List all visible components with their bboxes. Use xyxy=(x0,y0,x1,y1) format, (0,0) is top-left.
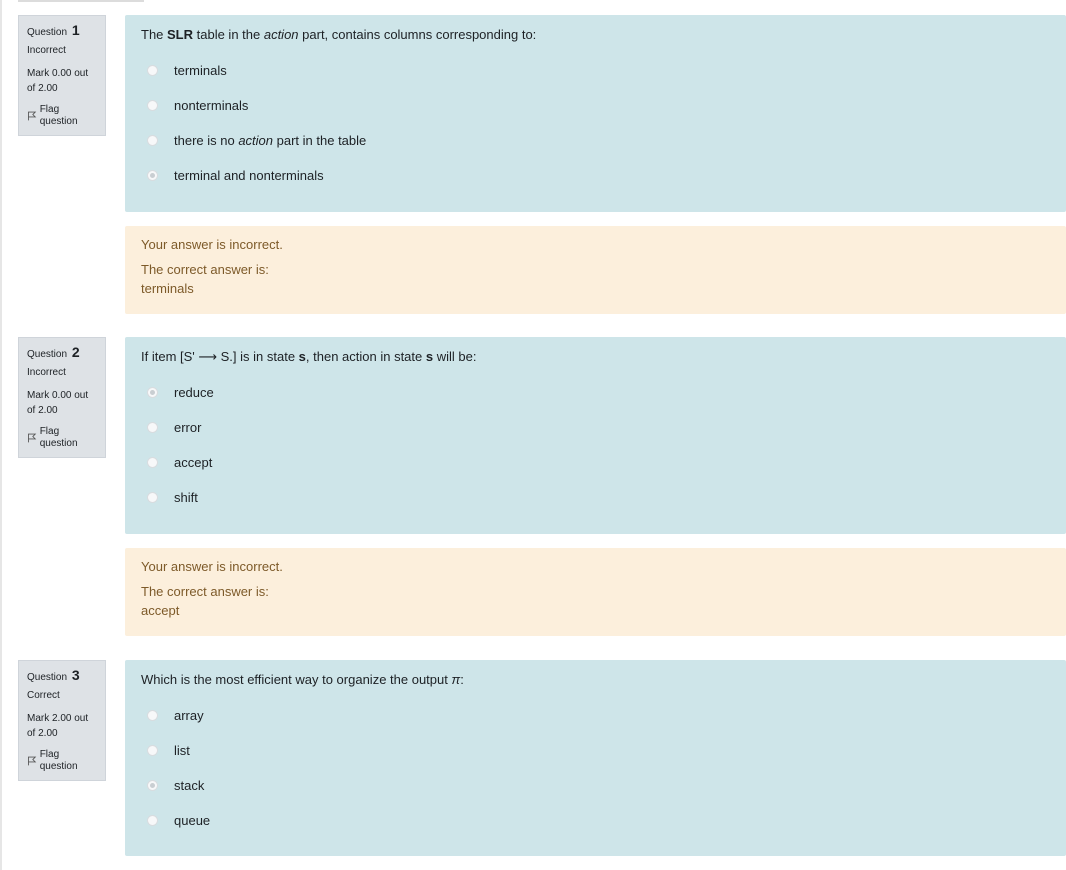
flag-label: Flag question xyxy=(39,426,78,449)
answer-option[interactable]: queue xyxy=(141,812,1050,828)
answer-option[interactable]: error xyxy=(141,419,1050,435)
correct-answer-value: accept xyxy=(141,603,180,618)
question-state: Incorrect xyxy=(27,367,66,378)
option-label: reduce xyxy=(174,384,214,400)
radio-button-selected[interactable] xyxy=(147,779,158,791)
answer-option[interactable]: list xyxy=(141,742,1050,758)
feedback-status: Your answer is incorrect. xyxy=(141,559,283,574)
question-grade: Mark 2.00 out of 2.00 xyxy=(27,713,89,739)
answer-options: terminals nonterminals there is no actio… xyxy=(141,62,1050,183)
option-label: there is no action part in the table xyxy=(174,132,367,148)
answer-option[interactable]: stack xyxy=(141,777,1050,793)
option-label: terminals xyxy=(174,62,227,78)
radio-button[interactable] xyxy=(147,491,158,503)
answer-option[interactable]: terminals xyxy=(141,62,1050,78)
answer-option[interactable]: shift xyxy=(141,489,1050,505)
feedback-box: Your answer is incorrect. The correct an… xyxy=(125,548,1066,636)
correct-answer-label: The correct answer is: xyxy=(141,262,269,277)
correct-answer-value: terminals xyxy=(141,281,194,296)
option-label: stack xyxy=(174,777,205,793)
radio-button[interactable] xyxy=(147,814,158,826)
question-grade: Mark 0.00 out of 2.00 xyxy=(27,390,89,416)
question-content: If item [S' ⟶ S.] is in state s, then ac… xyxy=(125,337,1066,534)
answer-options: reduce error accept shift xyxy=(141,384,1050,505)
option-label: error xyxy=(174,419,202,435)
question-content: Which is the most efficient way to organ… xyxy=(125,660,1066,856)
page-border xyxy=(0,0,2,870)
radio-button-selected[interactable] xyxy=(147,386,158,398)
question-state: Incorrect xyxy=(27,45,66,56)
question-info: Question 1 Incorrect Mark 0.00 out of 2.… xyxy=(18,15,106,136)
option-label: accept xyxy=(174,454,213,470)
option-label: nonterminals xyxy=(174,97,249,113)
answer-options: array list stack queue xyxy=(141,707,1050,828)
answer-option[interactable]: nonterminals xyxy=(141,97,1050,113)
question-text: The SLR table in the action part, contai… xyxy=(141,27,537,42)
question-grade: Mark 0.00 out of 2.00 xyxy=(27,68,89,94)
answer-option[interactable]: array xyxy=(141,707,1050,723)
question-text: If item [S' ⟶ S.] is in state s, then ac… xyxy=(141,349,477,364)
flag-icon xyxy=(28,433,37,443)
radio-button-selected[interactable] xyxy=(147,169,158,181)
option-label: list xyxy=(174,742,190,758)
flag-question-link[interactable]: Flag question xyxy=(27,426,98,450)
flag-icon xyxy=(28,111,37,121)
option-label: queue xyxy=(174,812,211,828)
radio-button[interactable] xyxy=(147,456,158,468)
feedback-status: Your answer is incorrect. xyxy=(141,237,283,252)
question-state: Correct xyxy=(27,690,60,701)
feedback-box: Your answer is incorrect. The correct an… xyxy=(125,226,1066,314)
radio-button[interactable] xyxy=(147,64,158,76)
answer-option[interactable]: reduce xyxy=(141,384,1050,400)
flag-question-link[interactable]: Flag question xyxy=(27,749,98,773)
question-number: Question 3 xyxy=(27,667,80,683)
answer-option[interactable]: accept xyxy=(141,454,1050,470)
answer-option[interactable]: there is no action part in the table xyxy=(141,132,1050,148)
flag-label: Flag question xyxy=(39,104,78,127)
question-info: Question 2 Incorrect Mark 0.00 out of 2.… xyxy=(18,337,106,458)
radio-button[interactable] xyxy=(147,99,158,111)
question-number: Question 1 xyxy=(27,22,80,38)
option-label: array xyxy=(174,707,204,723)
top-divider xyxy=(18,0,144,2)
answer-option[interactable]: terminal and nonterminals xyxy=(141,167,1050,183)
radio-button[interactable] xyxy=(147,709,158,721)
option-label: terminal and nonterminals xyxy=(174,167,324,183)
question-number: Question 2 xyxy=(27,344,80,360)
radio-button[interactable] xyxy=(147,421,158,433)
option-label: shift xyxy=(174,489,198,505)
flag-label: Flag question xyxy=(39,749,78,772)
flag-icon xyxy=(28,756,37,766)
question-content: The SLR table in the action part, contai… xyxy=(125,15,1066,212)
question-text: Which is the most efficient way to organ… xyxy=(141,672,464,687)
question-info: Question 3 Correct Mark 2.00 out of 2.00… xyxy=(18,660,106,781)
radio-button[interactable] xyxy=(147,744,158,756)
flag-question-link[interactable]: Flag question xyxy=(27,104,98,128)
correct-answer-label: The correct answer is: xyxy=(141,584,269,599)
radio-button[interactable] xyxy=(147,134,158,146)
